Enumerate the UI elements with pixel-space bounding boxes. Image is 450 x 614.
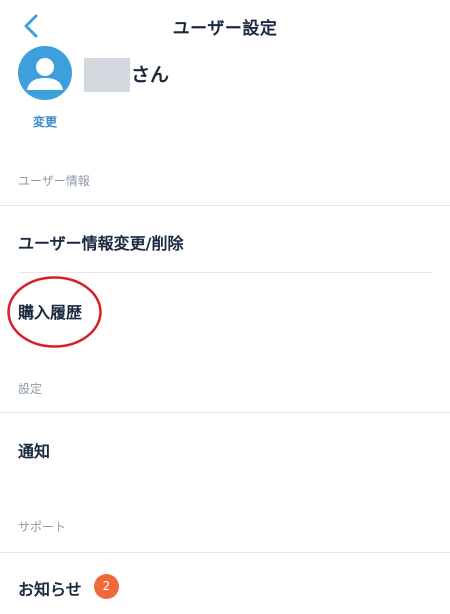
row-edit-user-info[interactable]: ユーザー情報変更/削除 <box>0 216 450 266</box>
row-label: 通知 <box>18 442 51 461</box>
divider <box>0 552 450 553</box>
redacted-username <box>84 58 130 92</box>
row-notifications[interactable]: 通知 <box>0 424 450 474</box>
section-title-user-info: ユーザー情報 <box>18 174 90 188</box>
section-title-settings: 設定 <box>18 382 43 396</box>
row-purchase-history[interactable]: 購入履歴 <box>0 285 450 335</box>
divider <box>18 272 432 273</box>
notification-count-badge: 2 <box>94 574 119 599</box>
divider <box>0 205 450 206</box>
row-label: お知らせ <box>18 580 82 599</box>
avatar[interactable] <box>18 46 72 100</box>
row-announcements[interactable]: お知らせ 2 <box>0 562 450 612</box>
row-label: 購入履歴 <box>18 303 83 322</box>
username-suffix: さん <box>131 64 170 86</box>
header: ユーザー設定 <box>0 0 450 48</box>
user-icon <box>27 58 63 90</box>
divider <box>0 412 450 413</box>
row-label: ユーザー情報変更/削除 <box>18 234 184 253</box>
section-title-support: サポート <box>18 520 67 534</box>
page-title: ユーザー設定 <box>172 19 278 39</box>
profile-section: 変更 さん <box>18 46 438 136</box>
change-avatar-link[interactable]: 変更 <box>18 113 72 130</box>
